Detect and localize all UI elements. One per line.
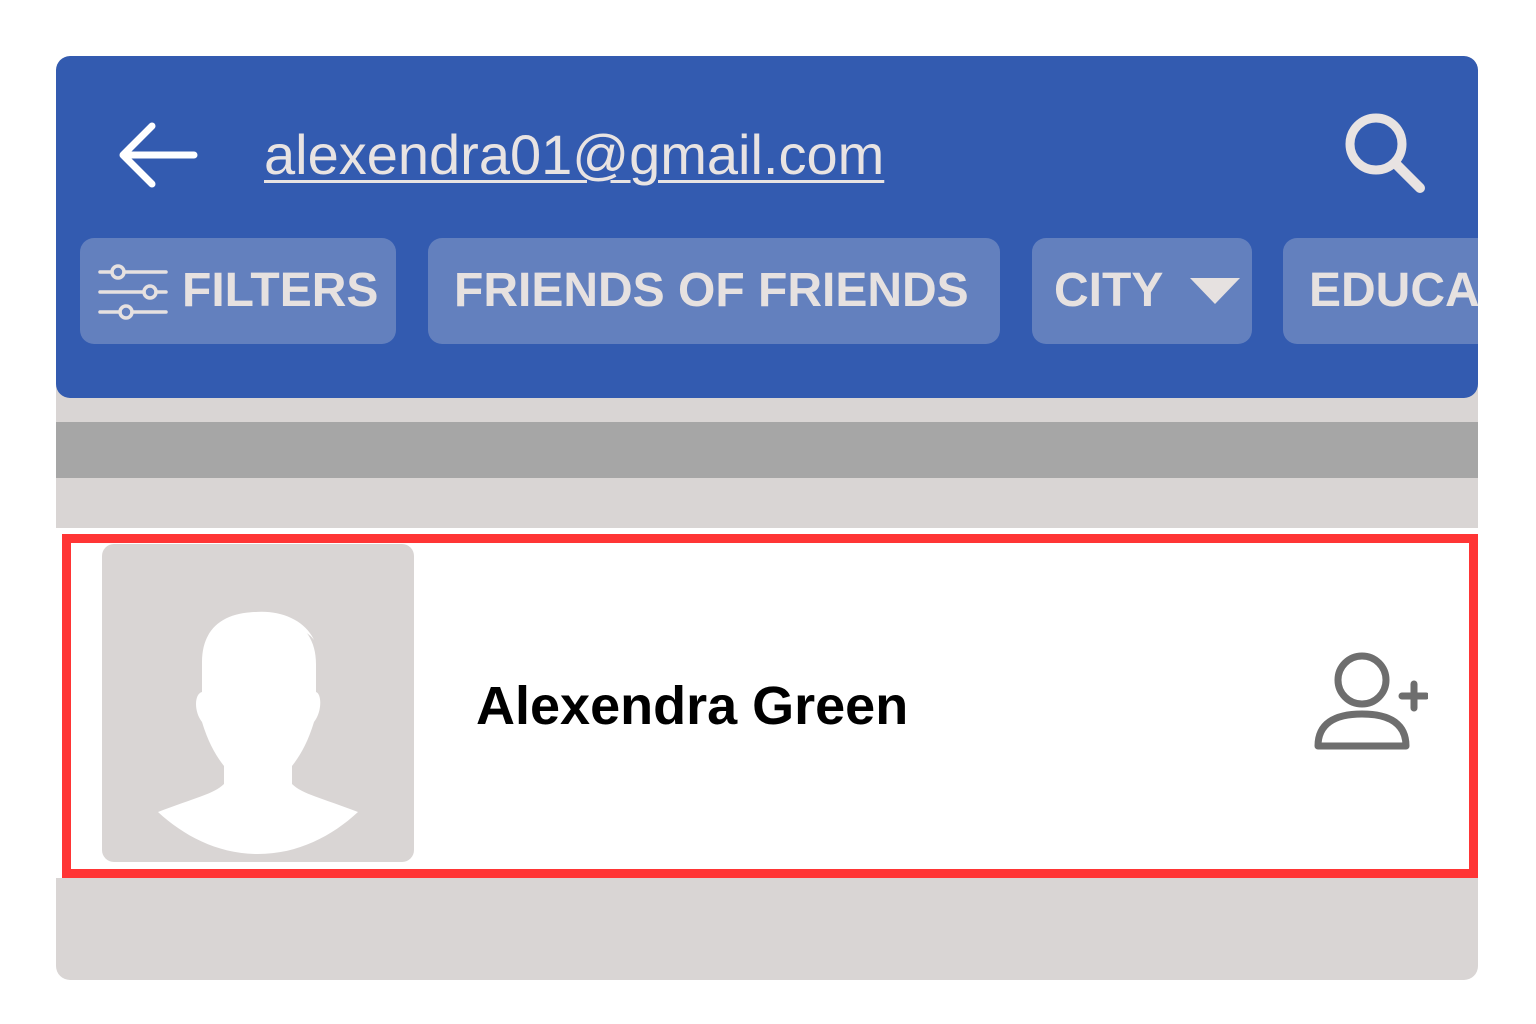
city-chip[interactable]: CITY <box>1032 238 1252 344</box>
arrow-left-icon <box>119 122 198 188</box>
city-chip-label: CITY <box>1054 264 1164 317</box>
friends-of-friends-chip-label: FRIENDS OF FRIENDS <box>454 264 969 317</box>
search-header: alexendra01@gmail.com FILTERS FRIENDS OF… <box>56 56 1478 398</box>
add-friend-icon <box>1314 652 1430 750</box>
education-chip[interactable]: EDUCA <box>1283 238 1478 344</box>
magnifier-icon <box>1345 113 1425 193</box>
dropdown-triangle-icon <box>1190 278 1240 304</box>
search-button[interactable] <box>1340 108 1432 200</box>
sliders-icon <box>98 264 168 320</box>
person-silhouette-icon <box>158 611 358 854</box>
section-divider <box>56 422 1478 478</box>
filters-chip[interactable]: FILTERS <box>80 238 396 344</box>
friends-of-friends-chip[interactable]: FRIENDS OF FRIENDS <box>428 238 1000 344</box>
back-button[interactable] <box>114 118 200 192</box>
add-friend-button[interactable] <box>1310 650 1430 754</box>
search-results-screen: alexendra01@gmail.com FILTERS FRIENDS OF… <box>56 56 1478 980</box>
filters-chip-label: FILTERS <box>182 264 379 317</box>
education-chip-label: EDUCA <box>1309 264 1478 317</box>
result-name[interactable]: Alexendra Green <box>476 670 908 742</box>
avatar[interactable] <box>102 544 414 862</box>
search-query-input[interactable]: alexendra01@gmail.com <box>264 120 884 190</box>
search-result-row[interactable]: Alexendra Green <box>56 528 1478 878</box>
